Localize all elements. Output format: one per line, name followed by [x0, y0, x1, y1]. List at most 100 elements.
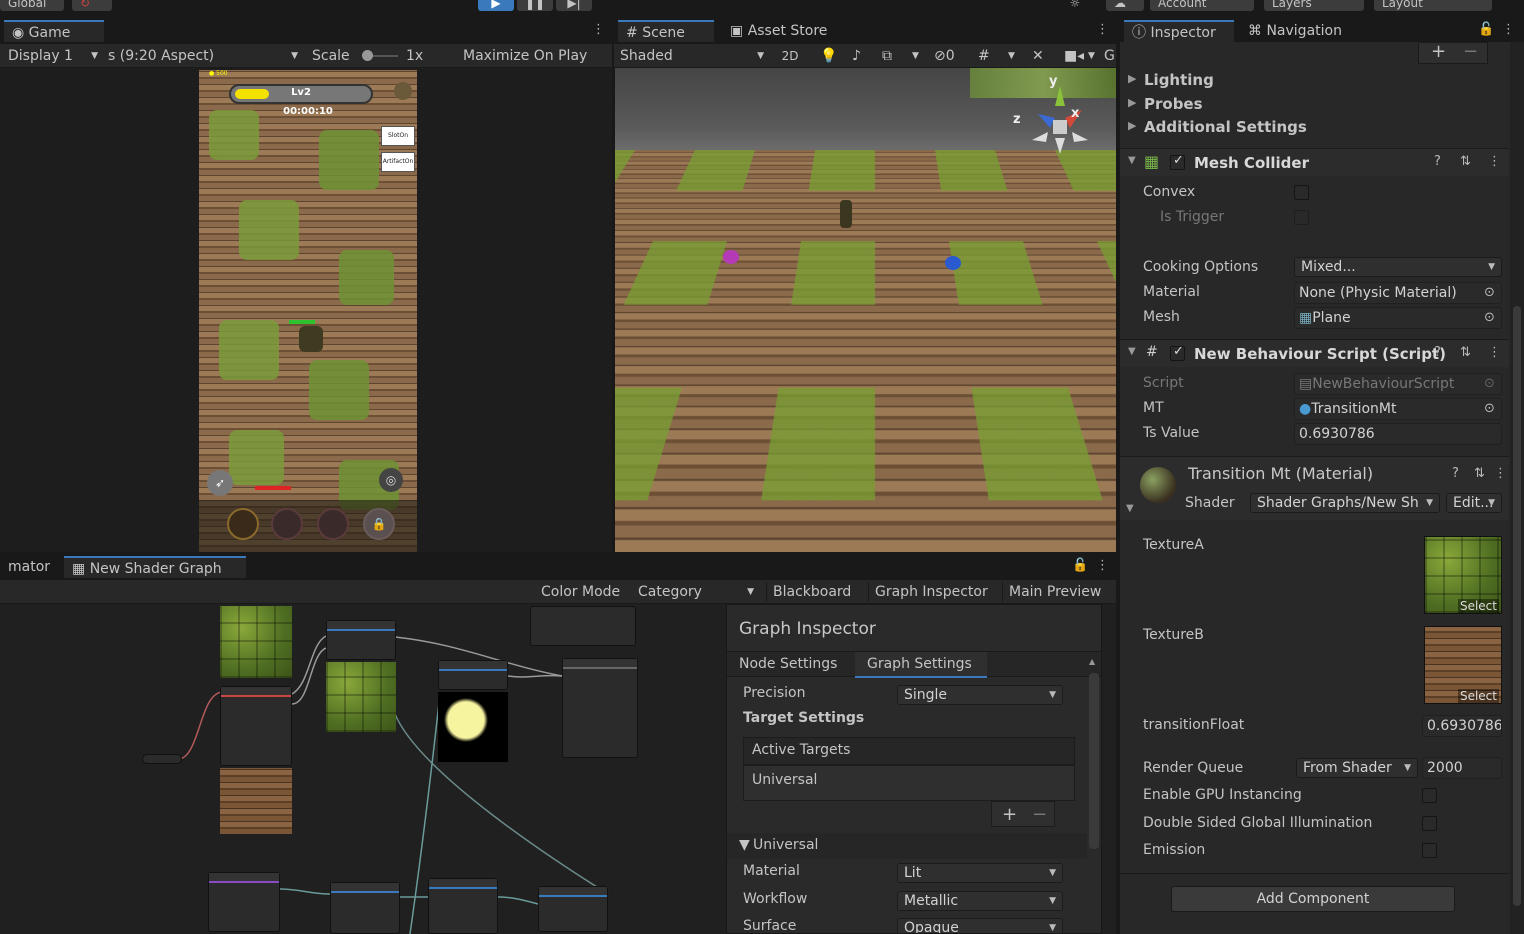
color-mode-dropdown[interactable]: Category ▼: [638, 582, 756, 602]
texture-b-select-button[interactable]: Select: [1457, 689, 1499, 703]
gizmos-dropdown[interactable]: G: [1104, 46, 1116, 66]
mesh-collider-header[interactable]: ▼ ▦ Mesh Collider ? ⇅ ⋮: [1120, 148, 1509, 176]
additional-settings-foldout[interactable]: Additional Settings: [1144, 118, 1307, 136]
tab-navigation[interactable]: ⌘ Navigation: [1240, 20, 1360, 42]
maximize-on-play-toggle[interactable]: Maximize On Play: [463, 46, 603, 66]
mt-picker-icon[interactable]: ⊙: [1484, 401, 1495, 416]
convex-checkbox[interactable]: [1294, 185, 1309, 200]
lighting-icon[interactable]: 💡: [820, 46, 836, 66]
script-menu-icon[interactable]: ⋮: [1488, 345, 1501, 360]
script-component-header[interactable]: ▼ # New Behaviour Script (Script) ? ⇅ ⋮: [1120, 339, 1509, 367]
services-icon[interactable]: ☼: [1058, 0, 1092, 11]
multiply-node[interactable]: [438, 660, 508, 690]
texture-b-slot[interactable]: Select: [1424, 626, 1502, 704]
target-universal-item[interactable]: Universal: [752, 772, 817, 788]
lock-icon[interactable]: 🔓: [1072, 558, 1088, 573]
cloud-icon[interactable]: ☁: [1106, 0, 1144, 11]
dash-skill-icon[interactable]: ➶: [207, 470, 233, 496]
scale-slider-thumb[interactable]: [362, 50, 373, 61]
add-target-icon[interactable]: +: [1002, 804, 1017, 825]
tab-inspector[interactable]: ⓘ Inspector: [1124, 20, 1234, 42]
global-toggle[interactable]: Global: [0, 0, 64, 11]
graph-inspector-toggle[interactable]: Graph Inspector: [868, 582, 996, 602]
tab-animator[interactable]: mator: [0, 556, 60, 578]
transition-float-field[interactable]: 0.6930786: [1422, 715, 1502, 737]
tab-game[interactable]: ◉ Game: [4, 20, 104, 42]
step-button[interactable]: ▶|: [556, 0, 592, 11]
tab-asset-store[interactable]: ▣ Asset Store: [722, 20, 842, 42]
additional-settings-foldout-icon[interactable]: ▶: [1128, 119, 1136, 132]
game-viewport[interactable]: ● 500 Lv2 00:00:10 SlotOn ArtifactOn ➶ ◎…: [199, 70, 417, 552]
remap-node[interactable]: [330, 882, 400, 934]
scene-viewport[interactable]: y x z: [615, 68, 1116, 552]
play-button[interactable]: ▶: [478, 0, 514, 11]
lighting-foldout-icon[interactable]: ▶: [1128, 72, 1136, 85]
blackboard-toggle[interactable]: Blackboard: [766, 582, 862, 602]
inspector-scroll-thumb[interactable]: [1513, 306, 1521, 906]
locked-slot-lock-icon[interactable]: 🔒: [363, 508, 395, 540]
ts-value-field[interactable]: 0.6930786: [1294, 423, 1502, 445]
graph-inspector-scrollbar[interactable]: [1089, 673, 1099, 849]
universal-section-header[interactable]: ▼ Universal: [727, 833, 1087, 859]
mt-field[interactable]: ●TransitionMt: [1294, 398, 1502, 420]
probes-foldout-icon[interactable]: ▶: [1128, 96, 1136, 109]
mesh-collider-enabled-checkbox[interactable]: [1170, 153, 1185, 170]
render-queue-field[interactable]: 2000: [1422, 757, 1502, 779]
remove-target-icon[interactable]: −: [1032, 804, 1047, 825]
sample-texture-node[interactable]: [220, 686, 292, 766]
render-queue-mode-dropdown[interactable]: From Shader: [1296, 758, 1418, 778]
skill-slot-1-icon[interactable]: [227, 508, 259, 540]
target-icon[interactable]: ◎: [379, 468, 403, 492]
emission-checkbox[interactable]: [1422, 843, 1437, 858]
camera-icon[interactable]: ■◂: [1064, 46, 1084, 66]
game-menu-icon[interactable]: ⋮: [592, 22, 605, 37]
mesh-collider-foldout-icon[interactable]: ▼: [1128, 155, 1136, 166]
scale-slider[interactable]: [362, 50, 398, 61]
workflow-dropdown[interactable]: Metallic: [897, 891, 1063, 911]
inspector-scrollbar[interactable]: [1510, 42, 1524, 934]
audio-icon[interactable]: ♪: [852, 46, 868, 66]
list-add-icon[interactable]: +: [1431, 41, 1446, 62]
effects-icon[interactable]: ⧉: [882, 46, 900, 66]
scroll-up-icon[interactable]: ▲: [1089, 657, 1095, 666]
sample-noise-node[interactable]: [208, 872, 280, 932]
material-type-dropdown[interactable]: Lit: [897, 863, 1063, 883]
clamp-node[interactable]: [538, 886, 608, 932]
surface-dropdown[interactable]: Opaque: [897, 918, 1063, 933]
lighting-foldout[interactable]: Lighting: [1144, 71, 1214, 89]
mesh-picker-icon[interactable]: ⊙: [1484, 310, 1495, 325]
gpu-instancing-checkbox[interactable]: [1422, 788, 1437, 803]
edit-shader-button[interactable]: Edit...: [1446, 493, 1502, 513]
tab-node-settings[interactable]: Node Settings: [739, 656, 837, 672]
double-sided-gi-checkbox[interactable]: [1422, 816, 1437, 831]
script-preset-icon[interactable]: ⇅: [1460, 345, 1471, 360]
cooking-options-dropdown[interactable]: Mixed...: [1294, 257, 1502, 277]
hidden-objects-toggle[interactable]: ⊘0: [934, 46, 970, 66]
gizmo-center-cube[interactable]: [1053, 120, 1067, 134]
effects-chevron-icon[interactable]: ▼: [912, 46, 924, 66]
probes-foldout[interactable]: Probes: [1144, 95, 1203, 113]
script-enabled-checkbox[interactable]: [1170, 344, 1185, 361]
add-node[interactable]: [428, 878, 498, 934]
tab-shader-graph[interactable]: ▦ New Shader Graph: [64, 556, 246, 578]
precision-dropdown[interactable]: Single: [897, 685, 1063, 705]
camera-chevron-icon[interactable]: ▼: [1088, 46, 1100, 66]
tools-icon[interactable]: ✕: [1032, 46, 1050, 66]
material-help-icon[interactable]: ?: [1452, 466, 1459, 481]
inspector-menu-icon[interactable]: ⋮: [1502, 22, 1515, 37]
mesh-collider-preset-icon[interactable]: ⇅: [1460, 154, 1471, 169]
artifact-on-button[interactable]: ArtifactOn: [381, 152, 415, 172]
aspect-dropdown[interactable]: s (9:20 Aspect) ▼: [108, 46, 300, 66]
layers-dropdown[interactable]: Layers: [1264, 0, 1364, 11]
display-dropdown[interactable]: Display 1 ▼: [8, 46, 100, 66]
mesh-field[interactable]: ▦Plane: [1294, 307, 1502, 329]
account-dropdown[interactable]: Account: [1150, 0, 1254, 11]
script-help-icon[interactable]: ?: [1434, 345, 1441, 360]
fragment-block[interactable]: [562, 658, 638, 758]
gizmo-z-axis[interactable]: [1038, 114, 1055, 128]
material-menu-icon[interactable]: ⋮: [1494, 466, 1507, 481]
grid-toggle-icon[interactable]: #: [978, 46, 996, 66]
shader-dropdown[interactable]: Shader Graphs/New Sh: [1250, 493, 1440, 513]
scene-menu-icon[interactable]: ⋮: [1096, 22, 1109, 37]
list-remove-icon[interactable]: −: [1463, 41, 1478, 62]
